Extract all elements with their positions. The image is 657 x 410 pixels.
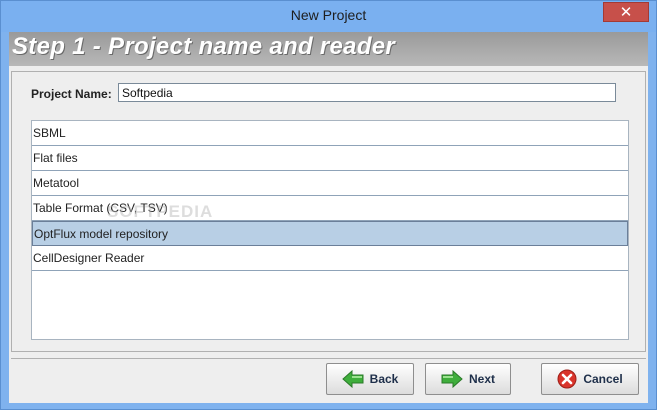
back-label: Back — [369, 372, 399, 386]
next-label: Next — [468, 372, 495, 386]
cancel-icon — [557, 369, 577, 389]
close-icon: ✕ — [619, 3, 633, 21]
right-arrow-icon — [441, 370, 463, 388]
left-arrow-icon — [341, 370, 364, 388]
reader-item-flat-files[interactable]: Flat files — [32, 146, 628, 171]
dialog-body: Step 1 - Project name and reader Project… — [9, 32, 648, 403]
reader-item-table-format[interactable]: Table Format (CSV, TSV) — [32, 196, 628, 221]
cancel-button[interactable]: Cancel — [541, 363, 639, 395]
step-title: Step 1 - Project name and reader — [12, 33, 396, 60]
reader-list[interactable]: SBML Flat files Metatool Table Format (C… — [31, 120, 629, 340]
next-button[interactable]: Next — [425, 363, 511, 395]
close-button[interactable]: ✕ — [603, 2, 649, 22]
reader-item-optflux-repository[interactable]: OptFlux model repository — [32, 221, 628, 246]
cancel-label: Cancel — [583, 372, 623, 386]
project-name-label: Project Name: — [31, 87, 112, 101]
step-header: Step 1 - Project name and reader — [9, 32, 648, 66]
project-panel: Project Name: SBML Flat files Metatool T… — [11, 71, 646, 352]
reader-item-celldesigner[interactable]: CellDesigner Reader — [32, 246, 628, 271]
button-bar: Back Next Cancel — [11, 358, 646, 400]
new-project-window: New Project ✕ Step 1 - Project name and … — [0, 0, 657, 410]
reader-item-sbml[interactable]: SBML — [32, 121, 628, 146]
project-name-input[interactable] — [118, 83, 616, 102]
window-title: New Project — [290, 7, 367, 23]
title-bar[interactable]: New Project ✕ — [1, 1, 656, 32]
back-button[interactable]: Back — [326, 363, 414, 395]
reader-item-metatool[interactable]: Metatool — [32, 171, 628, 196]
